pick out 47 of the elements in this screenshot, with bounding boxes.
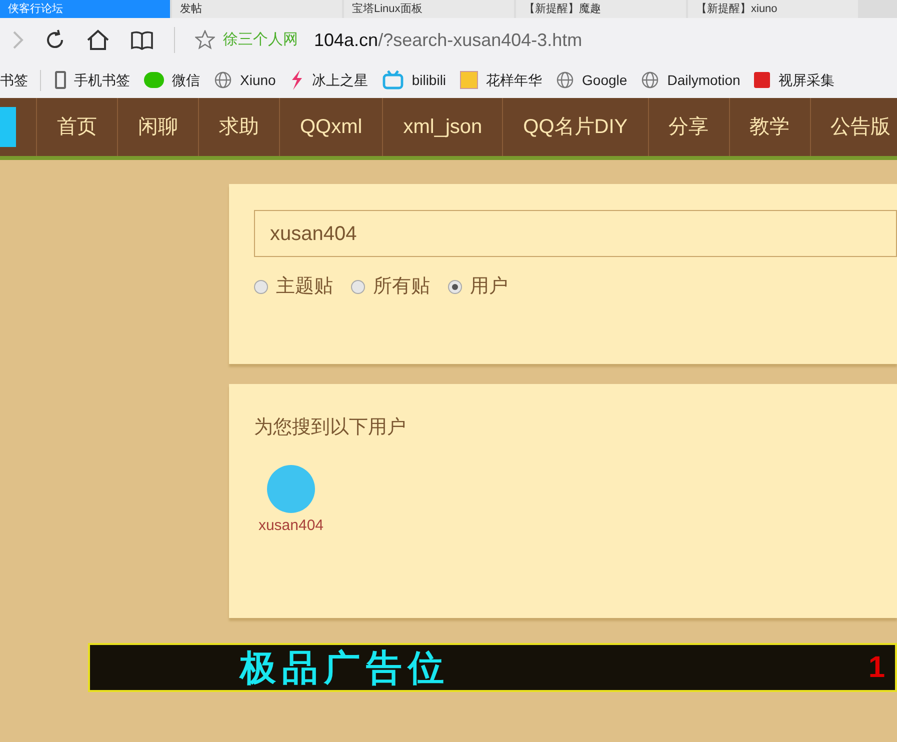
- bookmark-item[interactable]: Dailymotion: [641, 70, 740, 90]
- phone-icon: [55, 71, 66, 89]
- bookmark-item[interactable]: 书签: [0, 70, 41, 90]
- chat-bubble-icon: [144, 72, 164, 88]
- flame-icon: [290, 70, 304, 90]
- username-link[interactable]: xusan404: [258, 514, 324, 537]
- nav-link[interactable]: xml_json: [383, 98, 504, 156]
- globe-icon: [556, 71, 574, 89]
- bookmark-item[interactable]: 视屏采集: [754, 70, 834, 90]
- radio-option[interactable]: 用户: [448, 273, 508, 302]
- radio-option[interactable]: 所有贴: [351, 273, 430, 302]
- star-icon[interactable]: [195, 30, 215, 50]
- bookmark-item[interactable]: bilibili: [382, 70, 446, 90]
- results-heading: 为您搜到以下用户: [254, 416, 407, 440]
- nav-link[interactable]: 首页: [37, 98, 118, 156]
- radio-button[interactable]: [351, 280, 365, 294]
- nav-link[interactable]: 闲聊: [118, 98, 199, 156]
- globe-icon: [641, 71, 660, 89]
- browser-tab[interactable]: 【新提醒】魔趣: [516, 0, 686, 18]
- picture-icon: [460, 71, 478, 89]
- nav-link[interactable]: 公告版: [810, 98, 897, 156]
- url-text[interactable]: 104a.cn/?search-xusan404-3.htm: [314, 26, 582, 54]
- browser-tab[interactable]: 宝塔Linux面板: [344, 0, 514, 18]
- nav-link[interactable]: 教学: [730, 98, 811, 156]
- globe-icon: [214, 71, 232, 89]
- reload-icon[interactable]: [44, 29, 66, 51]
- radio-button[interactable]: [254, 280, 268, 294]
- bookmark-item[interactable]: 花样年华: [460, 70, 542, 90]
- bookmark-item[interactable]: 手机书签: [55, 70, 130, 90]
- radio-button[interactable]: [448, 280, 462, 294]
- book-icon[interactable]: [130, 30, 154, 50]
- browser-tab[interactable]: 【新提醒】xiuno: [688, 0, 858, 18]
- bookmark-item[interactable]: Xiuno: [214, 70, 276, 90]
- ad-banner: 极品广告位 1: [88, 643, 897, 692]
- nav-link[interactable]: 求助: [199, 98, 280, 156]
- home-icon[interactable]: [86, 29, 110, 51]
- bookmark-item[interactable]: 冰上之星: [290, 70, 368, 90]
- radio-option[interactable]: 主题贴: [254, 273, 333, 302]
- site-name: 徐三个人网: [223, 30, 298, 50]
- browser-tab[interactable]: 发帖: [172, 0, 342, 18]
- bookmark-item[interactable]: Google: [556, 70, 628, 90]
- nav-link[interactable]: QQ名片DIY: [503, 98, 649, 156]
- bookmark-item[interactable]: 微信: [144, 70, 200, 90]
- search-field[interactable]: xusan404: [254, 210, 897, 257]
- nav-link[interactable]: 分享: [648, 98, 730, 156]
- nav-link[interactable]: QQxml: [280, 98, 384, 156]
- tv-icon: [382, 70, 404, 90]
